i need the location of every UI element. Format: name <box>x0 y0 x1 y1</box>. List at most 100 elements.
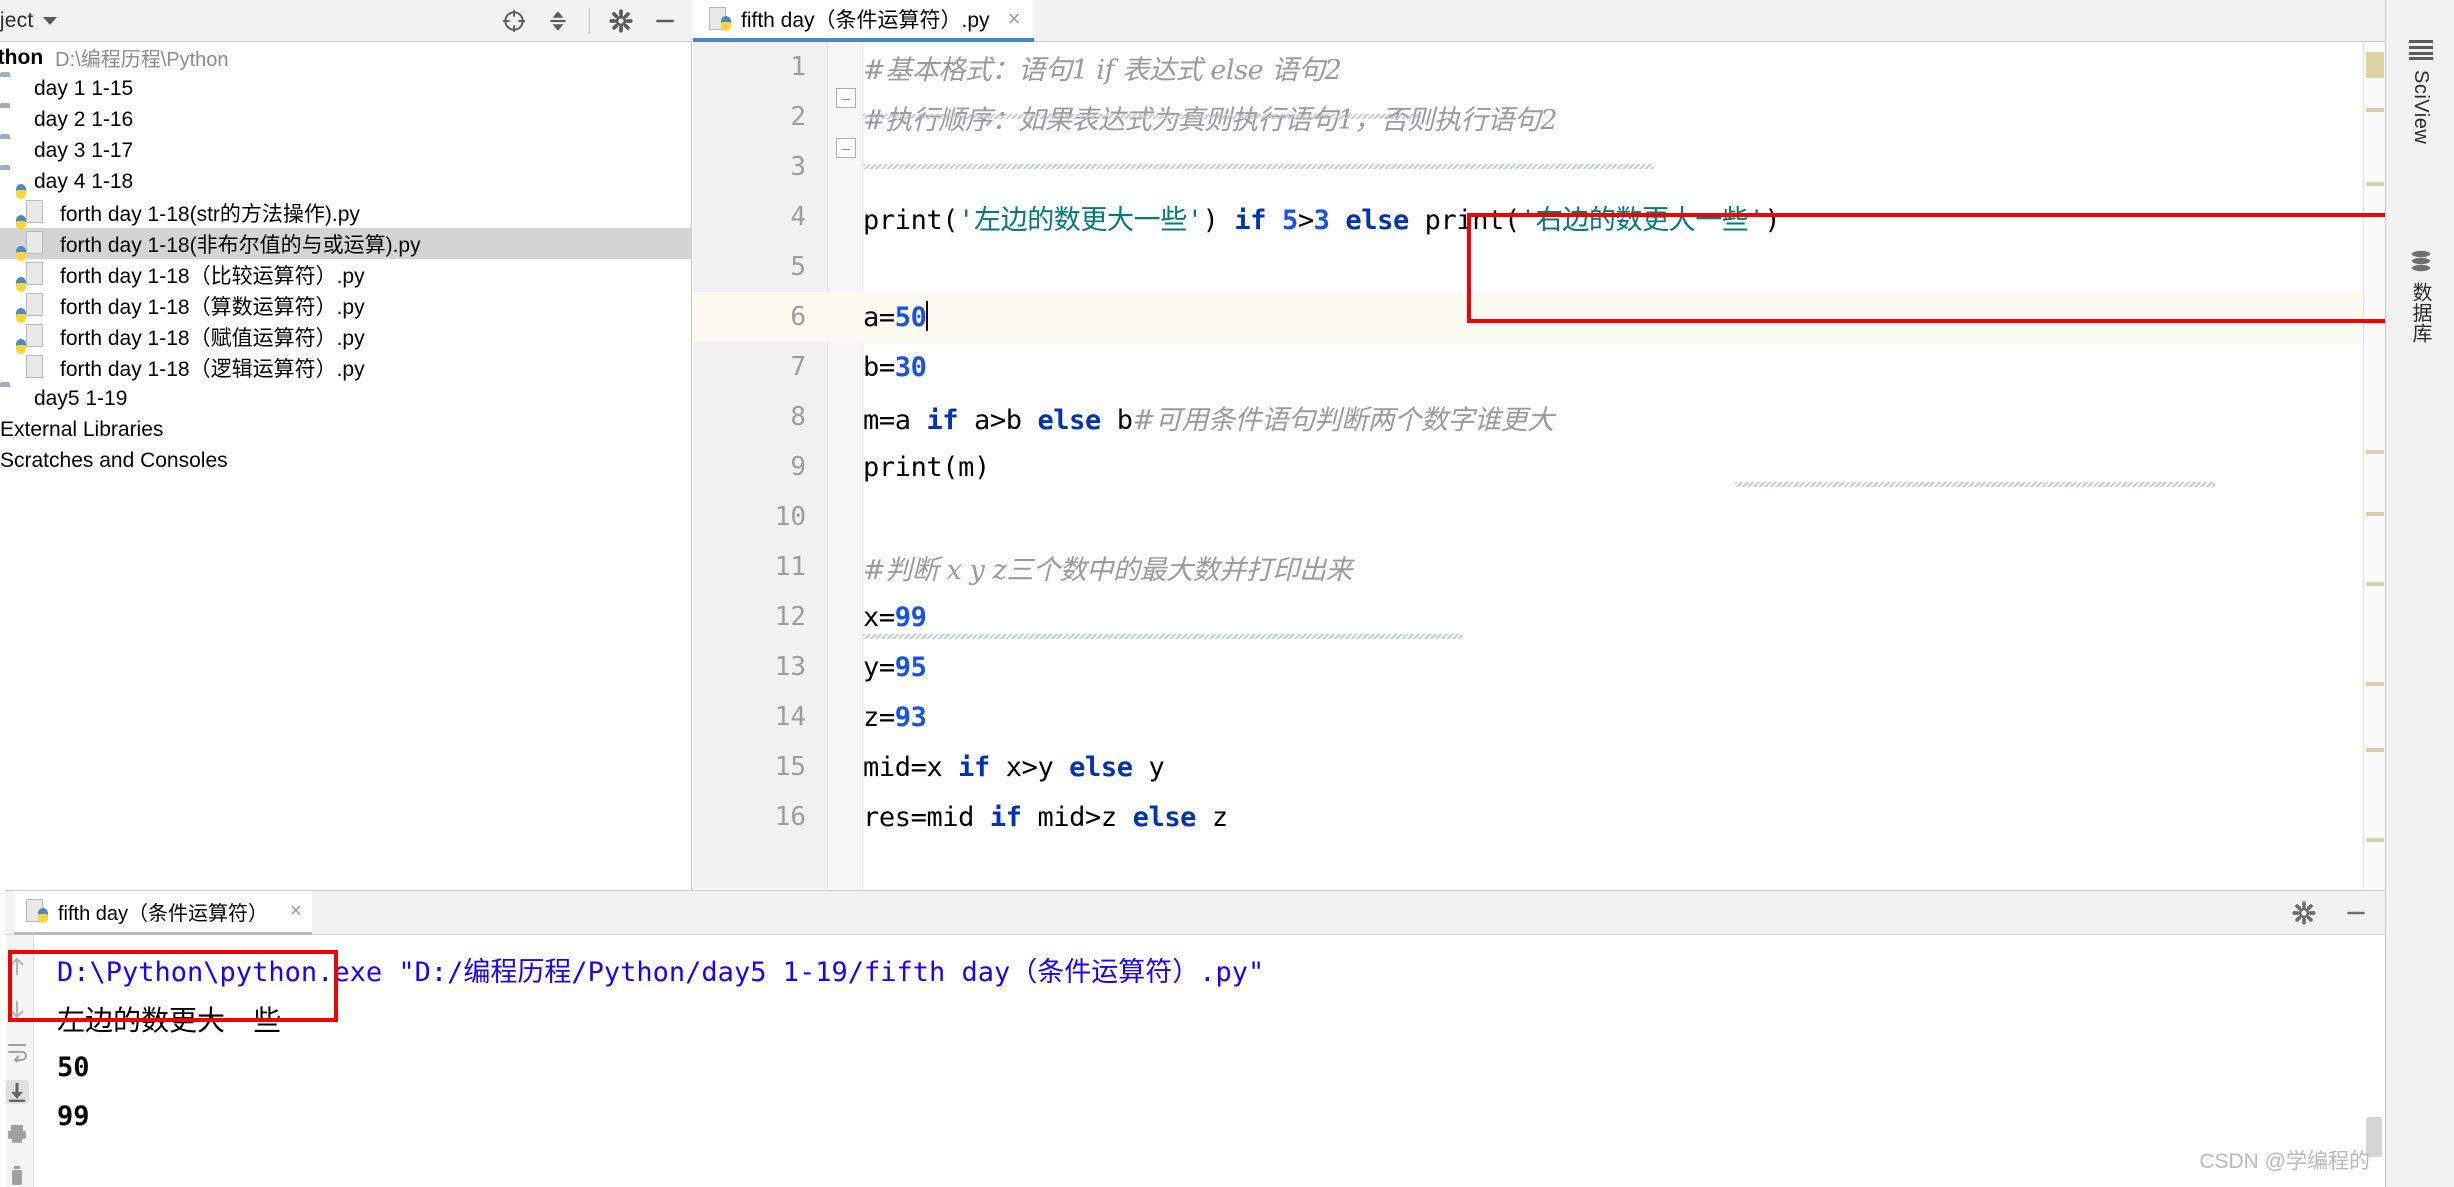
line-number: 7 <box>790 352 806 382</box>
spellcheck-squiggle <box>1735 482 2215 487</box>
spellcheck-squiggle <box>863 114 1418 119</box>
line-number: 5 <box>790 252 806 282</box>
tree-item-label: forth day 1-18（逻辑运算符）.py <box>60 357 365 381</box>
marker <box>2366 320 2384 324</box>
tree-item-label: forth day 1-18（比较运算符）.py <box>60 264 365 288</box>
project-tree-root[interactable]: Python D:\编程历程\Python <box>0 42 691 73</box>
editor-marker-bar[interactable] <box>2363 42 2385 889</box>
editor-tab-label: fifth day（条件运算符）.py <box>741 9 990 32</box>
tool-window-label: 数据库 <box>2409 282 2431 344</box>
python-file-icon <box>16 183 52 226</box>
database-icon <box>2411 250 2430 272</box>
tree-item[interactable]: day 4 1-18 <box>0 166 691 197</box>
marker <box>2366 838 2384 842</box>
tree-item-label: forth day 1-18（赋值运算符）.py <box>60 326 365 350</box>
line-number: 2 <box>790 102 806 132</box>
print-icon[interactable] <box>5 1122 29 1146</box>
settings-icon[interactable] <box>2291 900 2317 926</box>
tree-item-label: forth day 1-18（算数运算符）.py <box>60 295 365 319</box>
line-number: 16 <box>774 802 806 832</box>
code-line[interactable]: 6 a=50 <box>693 292 2385 342</box>
code-line-text: y=95 <box>863 651 927 683</box>
code-line-text: #基本格式：语句1 if 表达式 else 语句2 <box>863 54 1342 86</box>
console-actions <box>2291 891 2369 935</box>
code-line[interactable]: 10 <box>693 492 2385 542</box>
close-icon[interactable]: × <box>1008 6 1021 32</box>
tree-item[interactable]: forth day 1-18(非布尔值的与或运算).py <box>0 214 691 259</box>
code-line[interactable]: 8 m=a if a>b else b#可用条件语句判断两个数字谁更大 <box>693 392 2385 442</box>
code-line[interactable]: 1 #基本格式：语句1 if 表达式 else 语句2 <box>693 42 2385 92</box>
tree-item-label: External Libraries <box>0 417 164 441</box>
code-editor[interactable]: – – 1 #基本格式：语句1 if 表达式 else 语句2 2 #执行顺序：如果表… <box>693 42 2385 889</box>
tree-item-label: day 1 1-15 <box>34 76 134 100</box>
tree-item[interactable]: day 1 1-15 <box>0 73 691 104</box>
python-file-icon <box>709 6 731 32</box>
python-file-icon <box>16 276 52 319</box>
chevron-down-icon[interactable] <box>43 16 58 25</box>
code-line[interactable]: 7 b=30 <box>693 342 2385 392</box>
code-line[interactable]: 5 <box>693 242 2385 292</box>
hide-panel-icon[interactable] <box>2343 900 2369 926</box>
line-number: 6 <box>790 302 806 332</box>
marker <box>2366 682 2384 686</box>
tree-item-label: day5 1-19 <box>34 386 128 410</box>
settings-icon[interactable] <box>608 8 634 34</box>
folder-icon <box>0 386 26 412</box>
close-icon[interactable]: × <box>290 900 302 923</box>
tree-item[interactable]: day 2 1-16 <box>0 104 691 135</box>
run-console-panel: fifth day（条件运算符） × D:\Python\python.exe … <box>0 890 2385 1187</box>
code-line[interactable]: 16 res=mid if mid>z else z <box>693 792 2385 842</box>
console-output-text: 99 <box>57 1101 90 1132</box>
scroll-up-icon[interactable] <box>5 955 29 979</box>
code-line-text: print('左边的数更大一些') if 5>3 else print('右边的… <box>863 204 1781 236</box>
line-number: 15 <box>774 752 806 782</box>
tree-item[interactable]: day5 1-19 <box>0 383 691 414</box>
line-number: 9 <box>790 452 806 482</box>
project-panel-actions <box>501 7 692 34</box>
console-tab-fifth-day[interactable]: fifth day（条件运算符） × <box>14 891 312 935</box>
line-number: 1 <box>790 52 806 82</box>
tree-item[interactable]: forth day 1-18（赋值运算符）.py <box>0 307 691 352</box>
tree-item[interactable]: forth day 1-18(str的方法操作).py <box>0 183 691 228</box>
trash-icon[interactable] <box>5 1164 29 1187</box>
tree-item[interactable]: External Libraries <box>0 414 691 445</box>
line-number: 4 <box>790 202 806 232</box>
code-line[interactable]: 13 y=95 <box>693 642 2385 692</box>
code-line[interactable]: 4 print('左边的数更大一些') if 5>3 else print('右边… <box>693 192 2385 242</box>
project-tree[interactable]: Python D:\编程历程\Python day 1 1-15 day 2 1-… <box>0 42 692 889</box>
console-output-line: 99 <box>57 1092 2385 1141</box>
locate-icon[interactable] <box>501 8 527 34</box>
code-line[interactable]: 15 mid=x if x>y else y <box>693 742 2385 792</box>
code-line[interactable]: 14 z=93 <box>693 692 2385 742</box>
editor-tab-fifth-day[interactable]: fifth day（条件运算符）.py × <box>693 0 1035 42</box>
line-number: 14 <box>774 702 806 732</box>
hide-panel-icon[interactable] <box>652 8 678 34</box>
console-output-line: 50 <box>57 1043 2385 1092</box>
python-file-icon <box>16 214 52 257</box>
console-output[interactable]: D:\Python\python.exe "D:/编程历程/Python/day… <box>35 935 2385 1187</box>
marker <box>2366 182 2384 186</box>
collapse-all-icon[interactable] <box>545 8 571 34</box>
console-tab-label: fifth day（条件运算符） <box>58 903 269 925</box>
code-line[interactable]: 11 #判断 x y z三个数中的最大数并打印出来 <box>693 542 2385 592</box>
scroll-down-icon[interactable] <box>5 997 29 1021</box>
tree-item[interactable]: Scratches and Consoles <box>0 445 691 476</box>
console-output-text: 50 <box>57 1052 90 1083</box>
tree-item-label: Scratches and Consoles <box>0 448 228 472</box>
tool-window-database[interactable]: 数据库 <box>2386 250 2454 344</box>
project-root-path: D:\编程历程\Python <box>55 49 229 71</box>
folder-icon <box>0 107 26 133</box>
tree-item[interactable]: day 3 1-17 <box>0 135 691 166</box>
console-tabbar: fifth day（条件运算符） × <box>0 891 2385 935</box>
console-command-line: D:\Python\python.exe "D:/编程历程/Python/day… <box>57 945 2385 994</box>
tree-item[interactable]: forth day 1-18（逻辑运算符）.py <box>0 338 691 383</box>
tree-item-label: day 4 1-18 <box>34 169 134 193</box>
soft-wrap-icon[interactable] <box>5 1039 29 1063</box>
tree-item[interactable]: forth day 1-18（算数运算符）.py <box>0 276 691 321</box>
code-line-text: #判断 x y z三个数中的最大数并打印出来 <box>863 554 1353 586</box>
tree-item[interactable]: forth day 1-18（比较运算符）.py <box>0 245 691 290</box>
tree-item-label: forth day 1-18(非布尔值的与或运算).py <box>60 233 421 257</box>
project-panel-header: oject <box>0 0 692 42</box>
tool-window-sciview[interactable]: SciView <box>2386 40 2454 144</box>
scroll-to-end-icon[interactable] <box>4 1080 29 1105</box>
